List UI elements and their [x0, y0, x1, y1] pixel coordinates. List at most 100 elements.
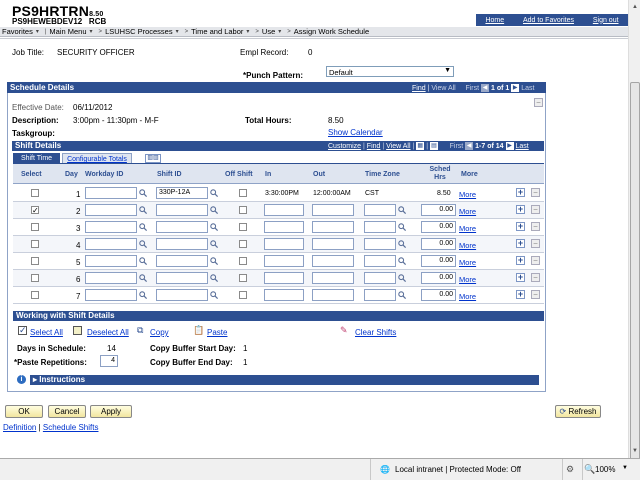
workday-id-input[interactable]	[85, 255, 137, 267]
workday-id-input[interactable]	[85, 221, 137, 233]
add-row-icon[interactable]: +	[516, 239, 525, 248]
out-time-input[interactable]	[312, 255, 354, 267]
row-select-checkbox[interactable]: ✓	[31, 206, 39, 215]
workday-id-input[interactable]	[85, 204, 137, 216]
clear-shifts-link[interactable]: Clear Shifts	[355, 328, 396, 337]
off-shift-checkbox[interactable]	[239, 189, 247, 197]
customize-link[interactable]: Customize	[328, 143, 361, 150]
workday-id-input[interactable]	[85, 238, 137, 250]
lookup-icon[interactable]	[139, 240, 148, 249]
shift-last-link[interactable]: Last	[515, 143, 528, 150]
time-zone-input[interactable]	[364, 289, 396, 301]
scroll-thumb[interactable]	[630, 82, 640, 462]
workday-id-input[interactable]	[85, 187, 137, 199]
more-link[interactable]: More	[459, 292, 476, 301]
next-arrow-icon[interactable]: ▶	[505, 142, 514, 150]
lookup-icon[interactable]	[210, 257, 219, 266]
shift-id-input[interactable]: 330P-12A	[156, 187, 208, 199]
time-zone-input[interactable]	[364, 204, 396, 216]
out-time-input[interactable]	[312, 289, 354, 301]
deselect-all-icon[interactable]	[73, 326, 82, 335]
sign-out-link[interactable]: Sign out	[593, 17, 619, 24]
shift-id-input[interactable]	[156, 255, 208, 267]
in-time-input[interactable]	[264, 289, 304, 301]
sched-hrs-input[interactable]: 0.00	[421, 238, 456, 250]
add-row-icon[interactable]: +	[516, 205, 525, 214]
breadcrumb-time-labor[interactable]: Time and Labor	[191, 27, 243, 36]
select-all-link[interactable]: Select All	[30, 328, 63, 337]
time-zone-input[interactable]	[364, 238, 396, 250]
off-shift-checkbox[interactable]	[239, 206, 247, 214]
lookup-icon[interactable]	[210, 206, 219, 215]
copy-link[interactable]: Copy	[150, 328, 169, 337]
shift-id-input[interactable]	[156, 238, 208, 250]
workday-id-input[interactable]	[85, 289, 137, 301]
home-link[interactable]: Home	[485, 17, 504, 24]
lookup-icon[interactable]	[210, 274, 219, 283]
copy-icon[interactable]: ⧉	[137, 325, 147, 335]
ok-button[interactable]: OK	[5, 405, 43, 418]
deselect-all-link[interactable]: Deselect All	[87, 328, 129, 337]
lookup-icon[interactable]	[139, 223, 148, 232]
lookup-icon[interactable]	[398, 291, 407, 300]
lookup-icon[interactable]	[139, 206, 148, 215]
sched-hrs-input[interactable]: 0.00	[421, 221, 456, 233]
out-time-input[interactable]	[312, 204, 354, 216]
off-shift-checkbox[interactable]	[239, 223, 247, 231]
shift-id-input[interactable]	[156, 221, 208, 233]
in-time-input[interactable]	[264, 204, 304, 216]
schedule-find-link[interactable]: Find	[412, 85, 426, 92]
select-all-icon[interactable]: ✓	[18, 326, 27, 335]
workday-id-input[interactable]	[85, 272, 137, 284]
breadcrumb-main-menu[interactable]: Main Menu	[49, 27, 86, 36]
shift-id-input[interactable]	[156, 204, 208, 216]
shift-id-input[interactable]	[156, 272, 208, 284]
apply-button[interactable]: Apply	[90, 405, 132, 418]
more-link[interactable]: More	[459, 224, 476, 233]
punch-pattern-select[interactable]: Default ▼	[326, 66, 454, 77]
add-row-icon[interactable]: +	[516, 256, 525, 265]
in-time-input[interactable]	[264, 255, 304, 267]
download-excel-icon[interactable]: ▤	[429, 142, 438, 150]
off-shift-checkbox[interactable]	[239, 274, 247, 282]
out-time-input[interactable]	[312, 221, 354, 233]
more-link[interactable]: More	[459, 241, 476, 250]
more-link[interactable]: More	[459, 190, 476, 199]
lookup-icon[interactable]	[139, 291, 148, 300]
lookup-icon[interactable]	[139, 189, 148, 198]
lookup-icon[interactable]	[210, 240, 219, 249]
row-select-checkbox[interactable]	[31, 257, 39, 265]
off-shift-checkbox[interactable]	[239, 240, 247, 248]
row-select-checkbox[interactable]	[31, 189, 39, 197]
time-zone-input[interactable]	[364, 255, 396, 267]
paste-repetitions-input[interactable]: 4	[100, 355, 118, 367]
breadcrumb-favorites[interactable]: Favorites	[2, 27, 33, 36]
definition-link[interactable]: Definition	[3, 423, 36, 432]
time-zone-input[interactable]	[364, 272, 396, 284]
off-shift-checkbox[interactable]	[239, 257, 247, 265]
lookup-icon[interactable]	[210, 189, 219, 198]
show-calendar-link[interactable]: Show Calendar	[328, 128, 383, 137]
download-icon[interactable]: ▦	[416, 142, 425, 150]
lookup-icon[interactable]	[398, 274, 407, 283]
lookup-icon[interactable]	[139, 257, 148, 266]
scroll-down-icon[interactable]: ▼	[630, 446, 640, 456]
more-link[interactable]: More	[459, 258, 476, 267]
instructions-bar[interactable]: ▸ Instructions	[30, 375, 539, 385]
out-time-input[interactable]	[312, 272, 354, 284]
add-row-icon[interactable]: +	[516, 188, 525, 197]
row-select-checkbox[interactable]	[31, 240, 39, 248]
scroll-up-icon[interactable]: ▲	[630, 2, 640, 12]
lookup-icon[interactable]	[210, 291, 219, 300]
chevron-down-icon[interactable]: ▼	[622, 465, 628, 471]
more-link[interactable]: More	[459, 207, 476, 216]
sched-hrs-input[interactable]: 0.00	[421, 272, 456, 284]
row-select-checkbox[interactable]	[31, 274, 39, 282]
shift-id-input[interactable]	[156, 289, 208, 301]
in-time-input[interactable]	[264, 221, 304, 233]
off-shift-checkbox[interactable]	[239, 291, 247, 299]
schedule-shifts-link[interactable]: Schedule Shifts	[43, 423, 99, 432]
paste-icon[interactable]: 📋	[193, 325, 204, 335]
add-row-icon[interactable]: +	[516, 290, 525, 299]
add-row-icon[interactable]: +	[516, 222, 525, 231]
